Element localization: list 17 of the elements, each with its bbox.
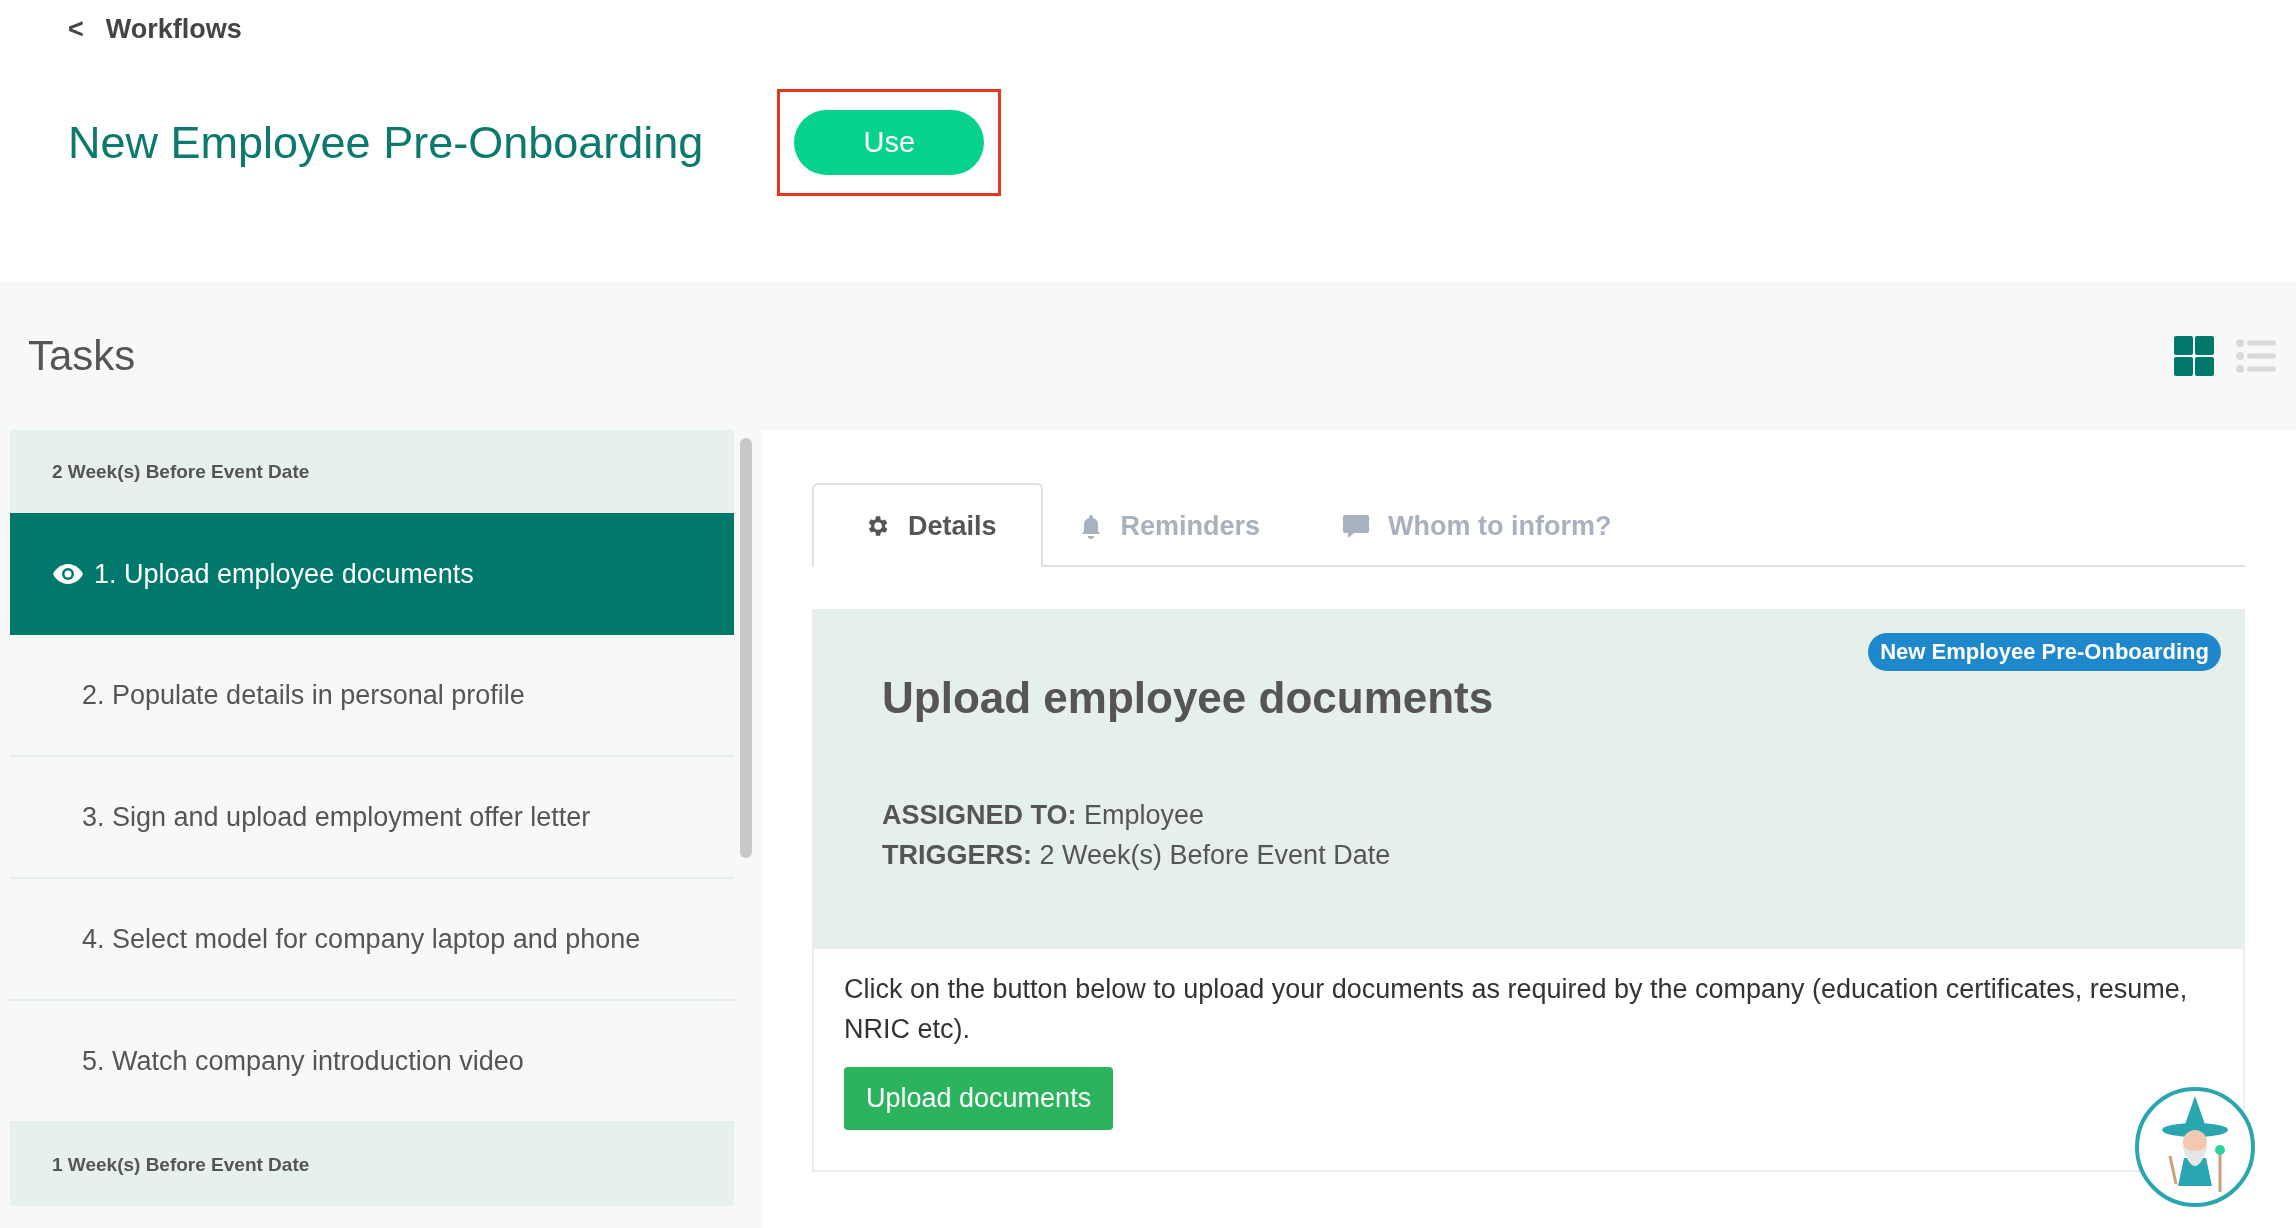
eye-icon	[52, 563, 84, 585]
tasks-heading: Tasks	[28, 332, 136, 380]
workflow-badge: New Employee Pre-Onboarding	[1868, 633, 2221, 671]
tab[interactable]: Details	[812, 483, 1043, 567]
speech-bubble-icon	[1342, 513, 1371, 539]
back-link[interactable]: < Workflows	[68, 14, 242, 45]
wizard-avatar-drawing[interactable]	[2134, 1086, 2256, 1208]
grid-view-icon[interactable]	[2174, 336, 2214, 376]
task-item[interactable]: 1. Upload employee documents	[10, 513, 734, 635]
task-description: Click on the button below to upload your documents as required by the company (education certificates, resume, NRIC etc).	[843, 973, 2189, 1046]
group-header: 1 Week(s) Before Event Date	[10, 1123, 734, 1206]
field-line: TRIGGERS: 2 Week(s) Before Event Date	[882, 839, 1392, 872]
task-heading: Upload employee documents	[882, 673, 1495, 723]
scrollbar-thumb[interactable]	[740, 438, 752, 858]
group-header: 2 Week(s) Before Event Date	[10, 430, 734, 513]
field-line: ASSIGNED TO: Employee	[882, 799, 1206, 832]
workflow-title: New Employee Pre-Onboarding	[68, 116, 704, 169]
